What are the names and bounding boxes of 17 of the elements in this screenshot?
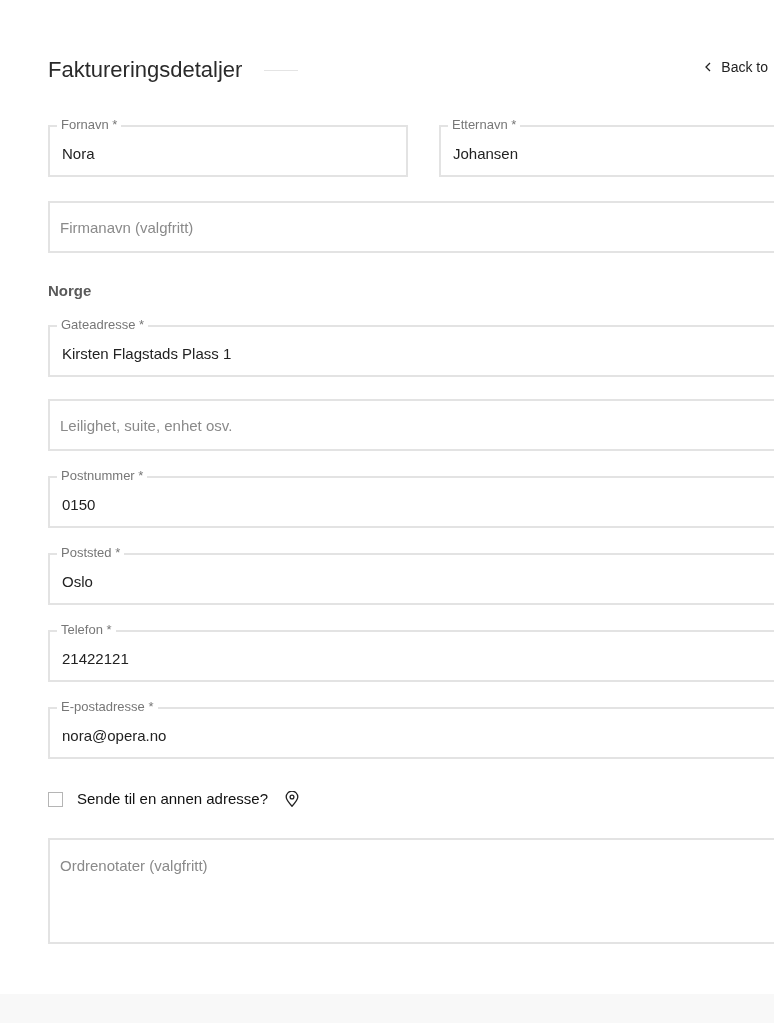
- page-title: Faktureringsdetaljer: [48, 56, 243, 84]
- chevron-left-icon: [705, 62, 712, 72]
- input-field[interactable]: Leilighet, suite, enhet osv.: [48, 399, 774, 451]
- field-label: Fornavn *: [57, 117, 122, 132]
- country-text: Norge: [48, 281, 93, 301]
- back-link[interactable]: Back to: [705, 58, 768, 76]
- checkbox-label[interactable]: Sende til en annen adresse?: [77, 789, 268, 809]
- field-label: Etternavn *: [448, 117, 521, 132]
- field-label: Telefon *: [57, 622, 116, 637]
- field-label: Poststed *: [57, 545, 125, 560]
- location-pin-icon: [285, 791, 299, 807]
- field-label: E-postadresse *: [57, 699, 158, 714]
- input-field[interactable]: Firmanavn (valgfritt): [48, 201, 774, 253]
- field-label: Gateadresse *: [57, 317, 149, 332]
- field-label: Postnummer *: [57, 468, 148, 483]
- checkbox[interactable]: [48, 791, 63, 807]
- notes-field[interactable]: Ordrenotater (valgfritt): [48, 838, 774, 944]
